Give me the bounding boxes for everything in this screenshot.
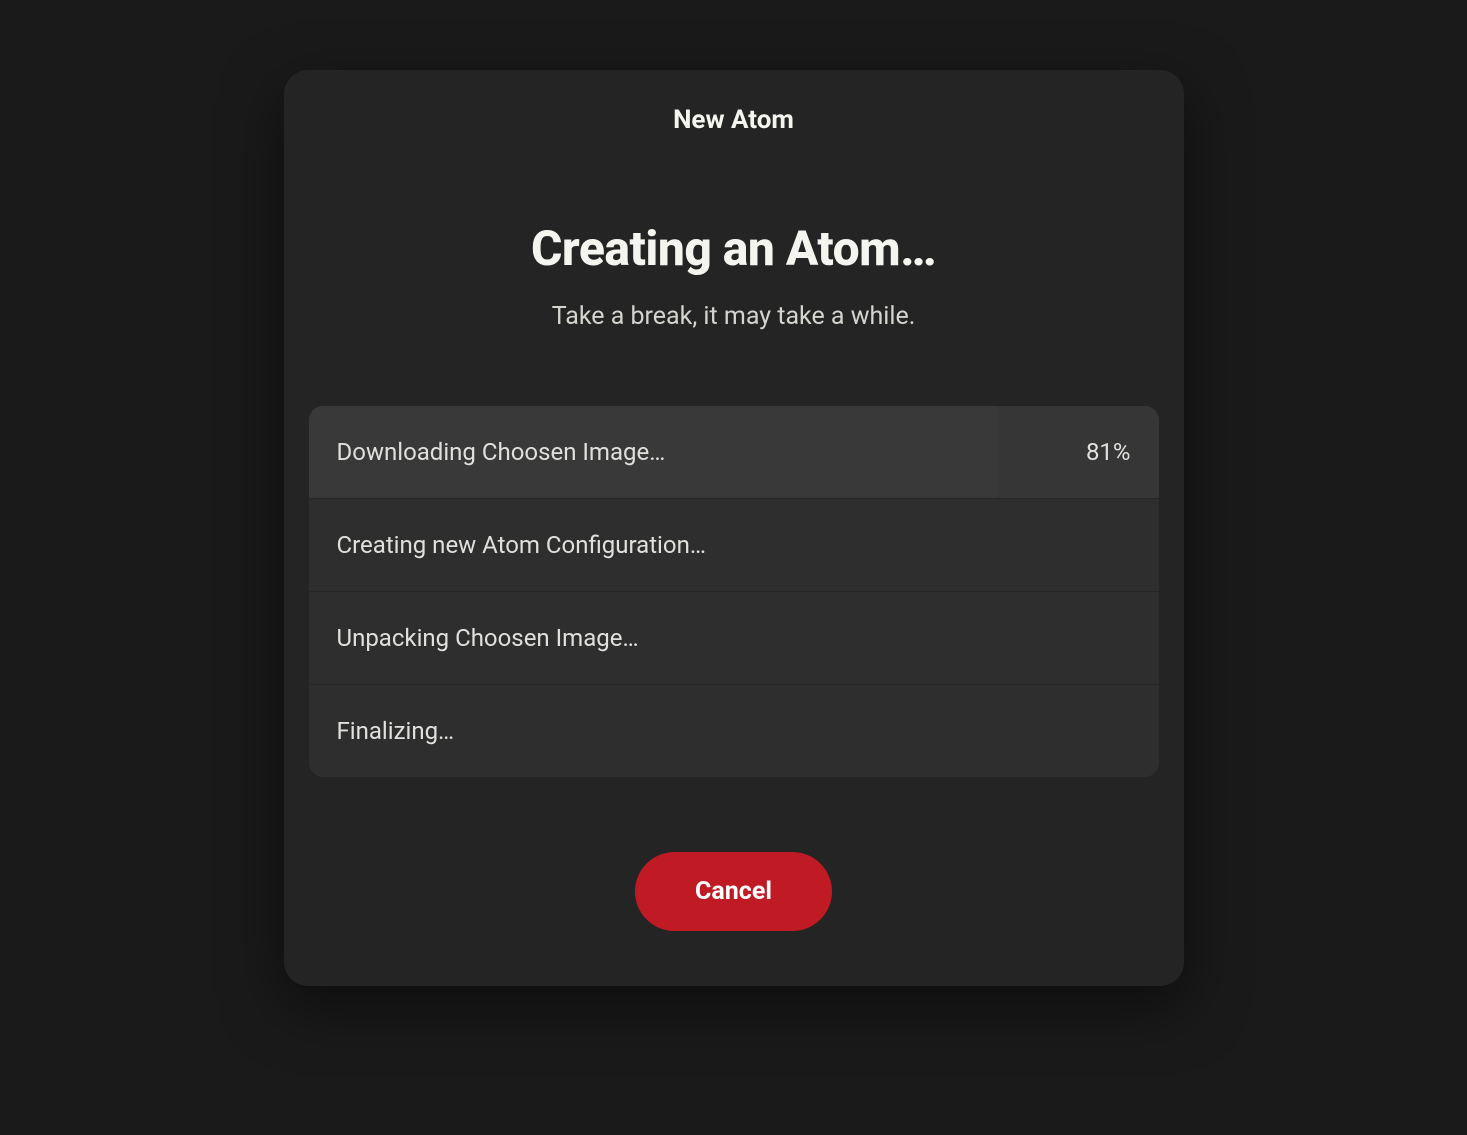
main-heading: Creating an Atom… (309, 220, 1159, 277)
step-label: Finalizing… (337, 717, 455, 745)
main-content: Creating an Atom… Take a break, it may t… (309, 220, 1159, 331)
cancel-button[interactable]: Cancel (635, 852, 832, 931)
progress-steps-list: Downloading Choosen Image… 81% Creating … (309, 406, 1159, 777)
step-label: Downloading Choosen Image… (337, 438, 666, 466)
new-atom-dialog: New Atom Creating an Atom… Take a break,… (284, 70, 1184, 986)
progress-step-unpack: Unpacking Choosen Image… (309, 592, 1159, 685)
step-label: Unpacking Choosen Image… (337, 624, 639, 652)
step-label: Creating new Atom Configuration… (337, 531, 706, 559)
dialog-actions: Cancel (309, 852, 1159, 931)
progress-step-config: Creating new Atom Configuration… (309, 499, 1159, 592)
progress-step-download: Downloading Choosen Image… 81% (309, 406, 1159, 499)
progress-step-finalize: Finalizing… (309, 685, 1159, 777)
dialog-title: New Atom (309, 105, 1159, 135)
dialog-header: New Atom (309, 105, 1159, 135)
subtitle: Take a break, it may take a while. (309, 302, 1159, 331)
step-percent: 81% (1086, 438, 1131, 466)
